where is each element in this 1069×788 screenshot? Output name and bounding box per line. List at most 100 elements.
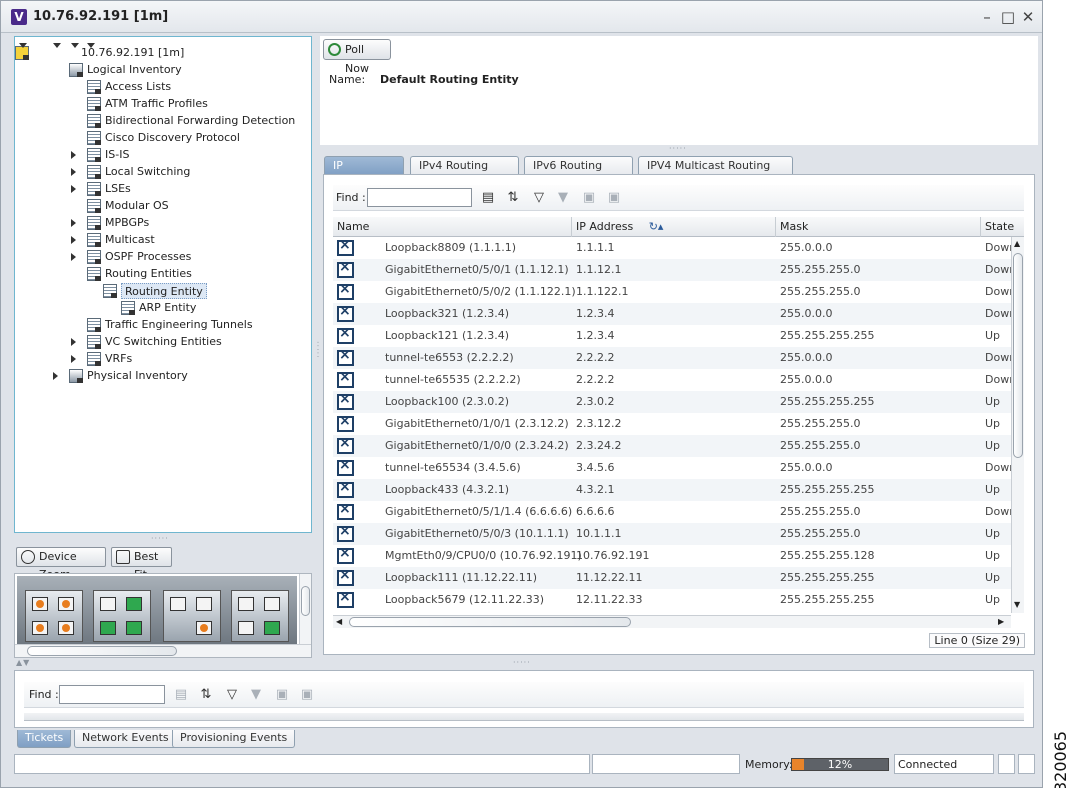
scroll-up-icon[interactable]: ▲ <box>1014 239 1020 248</box>
best-fit-button[interactable]: Best Fit <box>111 547 172 581</box>
line-card-slot[interactable] <box>93 590 151 642</box>
chassis-image[interactable] <box>17 576 297 644</box>
port-icon[interactable] <box>100 597 116 611</box>
tab-tickets[interactable]: Tickets <box>17 730 72 748</box>
table-row[interactable]: Loopback5679 (12.11.22.33) 12.11.22.33 255… <box>333 589 1011 611</box>
table-vertical-scrollbar[interactable]: ▲ ▼ <box>1011 237 1024 613</box>
expand-icon[interactable] <box>71 355 76 363</box>
column-header-mask[interactable]: Mask <box>776 217 981 237</box>
tree-item[interactable]: OSPF Processes <box>105 249 191 265</box>
port-icon[interactable] <box>238 621 254 635</box>
table-row[interactable]: GigabitEthernet0/1/0/0 (2.3.24.2) 2.3.24.… <box>333 435 1011 457</box>
port-icon[interactable] <box>100 621 116 635</box>
tree-item[interactable]: Logical Inventory <box>87 62 182 78</box>
tree-item[interactable]: Modular OS <box>105 198 169 214</box>
tree-item[interactable]: Bidirectional Forwarding Detection <box>105 113 295 129</box>
tree-item[interactable]: LSEs <box>105 181 131 197</box>
port-icon[interactable] <box>32 597 48 611</box>
expand-icon[interactable] <box>71 151 76 159</box>
export-icon[interactable]: ▣ <box>581 190 597 206</box>
table-horizontal-scrollbar[interactable]: ◀ ▶ <box>333 615 1011 628</box>
scroll-right-icon[interactable]: ▶ <box>998 617 1004 626</box>
line-card-slot[interactable] <box>163 590 221 642</box>
device-vertical-scrollbar[interactable] <box>299 574 311 644</box>
column-header-state[interactable]: State <box>981 217 1024 237</box>
scrollbar-thumb[interactable] <box>301 586 310 616</box>
expand-icon[interactable] <box>71 253 76 261</box>
tree-item[interactable]: VRFs <box>105 351 132 367</box>
tab-provisioning-events[interactable]: Provisioning Events <box>172 730 296 748</box>
clear-filter-icon[interactable]: ▣ <box>606 190 622 206</box>
tree-item[interactable]: Routing Entity <box>121 283 207 299</box>
export-icon[interactable]: ▣ <box>274 687 290 703</box>
collapse-icon[interactable] <box>53 43 61 48</box>
copy-icon[interactable]: ▤ <box>480 190 496 206</box>
table-row[interactable]: GigabitEthernet0/5/0/3 (10.1.1.1) 10.1.1.… <box>333 523 1011 545</box>
tree-item[interactable]: ARP Entity <box>139 300 196 316</box>
tree-item[interactable]: Physical Inventory <box>87 368 188 384</box>
port-icon[interactable] <box>126 621 142 635</box>
tab-network-events[interactable]: Network Events <box>74 730 177 748</box>
scrollbar-thumb[interactable] <box>27 646 177 656</box>
tree-item[interactable]: Cisco Discovery Protocol <box>105 130 240 146</box>
filter-icon[interactable]: ▽ <box>224 687 240 703</box>
column-header-name[interactable]: Name <box>333 217 572 237</box>
expand-icon[interactable] <box>53 372 58 380</box>
line-card-slot[interactable] <box>25 590 83 642</box>
collapse-icon[interactable] <box>71 43 79 48</box>
port-icon[interactable] <box>238 597 254 611</box>
port-icon[interactable] <box>196 621 212 635</box>
port-icon[interactable] <box>32 621 48 635</box>
table-row[interactable]: GigabitEthernet0/5/0/1 (1.1.12.1) 1.1.12.… <box>333 259 1011 281</box>
table-row[interactable]: tunnel-te6553 (2.2.2.2) 2.2.2.2 255.0.0.0 D… <box>333 347 1011 369</box>
device-horizontal-scrollbar[interactable] <box>15 644 311 657</box>
minimize-icon[interactable]: – <box>979 9 995 25</box>
table-row[interactable]: Loopback433 (4.3.2.1) 4.3.2.1 255.255.255.… <box>333 479 1011 501</box>
table-row[interactable]: Loopback100 (2.3.0.2) 2.3.0.2 255.255.255.… <box>333 391 1011 413</box>
table-row[interactable]: Loopback8809 (1.1.1.1) 1.1.1.1 255.0.0.0 Do… <box>333 237 1011 259</box>
scroll-down-icon[interactable]: ▼ <box>1014 600 1020 609</box>
collapse-arrows-icon[interactable]: ▲▼ <box>16 658 30 667</box>
port-icon[interactable] <box>264 597 280 611</box>
table-row[interactable]: Loopback321 (1.2.3.4) 1.2.3.4 255.0.0.0 Dow… <box>333 303 1011 325</box>
sort-icon[interactable]: ⇅ <box>505 190 521 206</box>
table-row[interactable]: MgmtEth0/9/CPU0/0 (10.76.92.191)10.76.92… <box>333 545 1011 567</box>
tree-item[interactable]: Multicast <box>105 232 155 248</box>
collapse-icon[interactable] <box>87 43 95 48</box>
tree-item[interactable]: VC Switching Entities <box>105 334 222 350</box>
scrollbar-thumb[interactable] <box>349 617 631 627</box>
expand-icon[interactable] <box>71 219 76 227</box>
copy-icon[interactable]: ▤ <box>173 687 189 703</box>
port-icon[interactable] <box>126 597 142 611</box>
expand-icon[interactable] <box>71 236 76 244</box>
maximize-icon[interactable]: □ <box>1000 9 1016 25</box>
table-row[interactable]: Loopback121 (1.2.3.4) 1.2.3.4 255.255.255.… <box>333 325 1011 347</box>
tree-item[interactable]: ATM Traffic Profiles <box>105 96 208 112</box>
tab-ip-interfaces[interactable]: IP Interfaces <box>324 156 404 189</box>
close-icon[interactable]: ✕ <box>1020 9 1036 25</box>
device-zoom-button[interactable]: Device Zoom <box>16 547 106 581</box>
title-bar[interactable]: V 10.76.92.191 [1m] – □ ✕ <box>1 1 1042 33</box>
table-row[interactable]: Loopback111 (11.12.22.11) 11.12.22.11 255.… <box>333 567 1011 589</box>
inventory-tree[interactable]: 10.76.92.191 [1m] Logical Inventory Access… <box>14 36 312 533</box>
device-chassis-view[interactable] <box>14 573 312 658</box>
port-icon[interactable] <box>170 597 186 611</box>
table-row[interactable]: GigabitEthernet0/5/1/1.4 (6.6.6.6)6.6.6.… <box>333 501 1011 523</box>
tree-item[interactable]: Traffic Engineering Tunnels <box>105 317 253 333</box>
table-row[interactable]: tunnel-te65535 (2.2.2.2) 2.2.2.2 255.0.0.0… <box>333 369 1011 391</box>
expand-icon[interactable] <box>71 185 76 193</box>
scroll-left-icon[interactable]: ◀ <box>336 617 342 626</box>
table-row[interactable]: GigabitEthernet0/1/0/1 (2.3.12.2) 2.3.12.… <box>333 413 1011 435</box>
expand-icon[interactable] <box>71 338 76 346</box>
ip-interfaces-table-body[interactable]: Loopback8809 (1.1.1.1) 1.1.1.1 255.0.0.0 Do… <box>333 237 1011 613</box>
events-find-input[interactable] <box>59 685 165 704</box>
details-split-handle[interactable]: ····· <box>669 144 687 153</box>
horizontal-split-handle[interactable]: ····· <box>313 341 322 359</box>
filter-icon[interactable]: ▽ <box>531 190 547 206</box>
tab-ipv4-routing-table[interactable]: IPv4 Routing Table <box>410 156 519 189</box>
port-icon[interactable] <box>58 597 74 611</box>
port-icon[interactable] <box>264 621 280 635</box>
expand-icon[interactable] <box>71 168 76 176</box>
tree-item[interactable]: Routing Entities <box>105 266 192 282</box>
collapse-icon[interactable] <box>19 43 27 48</box>
